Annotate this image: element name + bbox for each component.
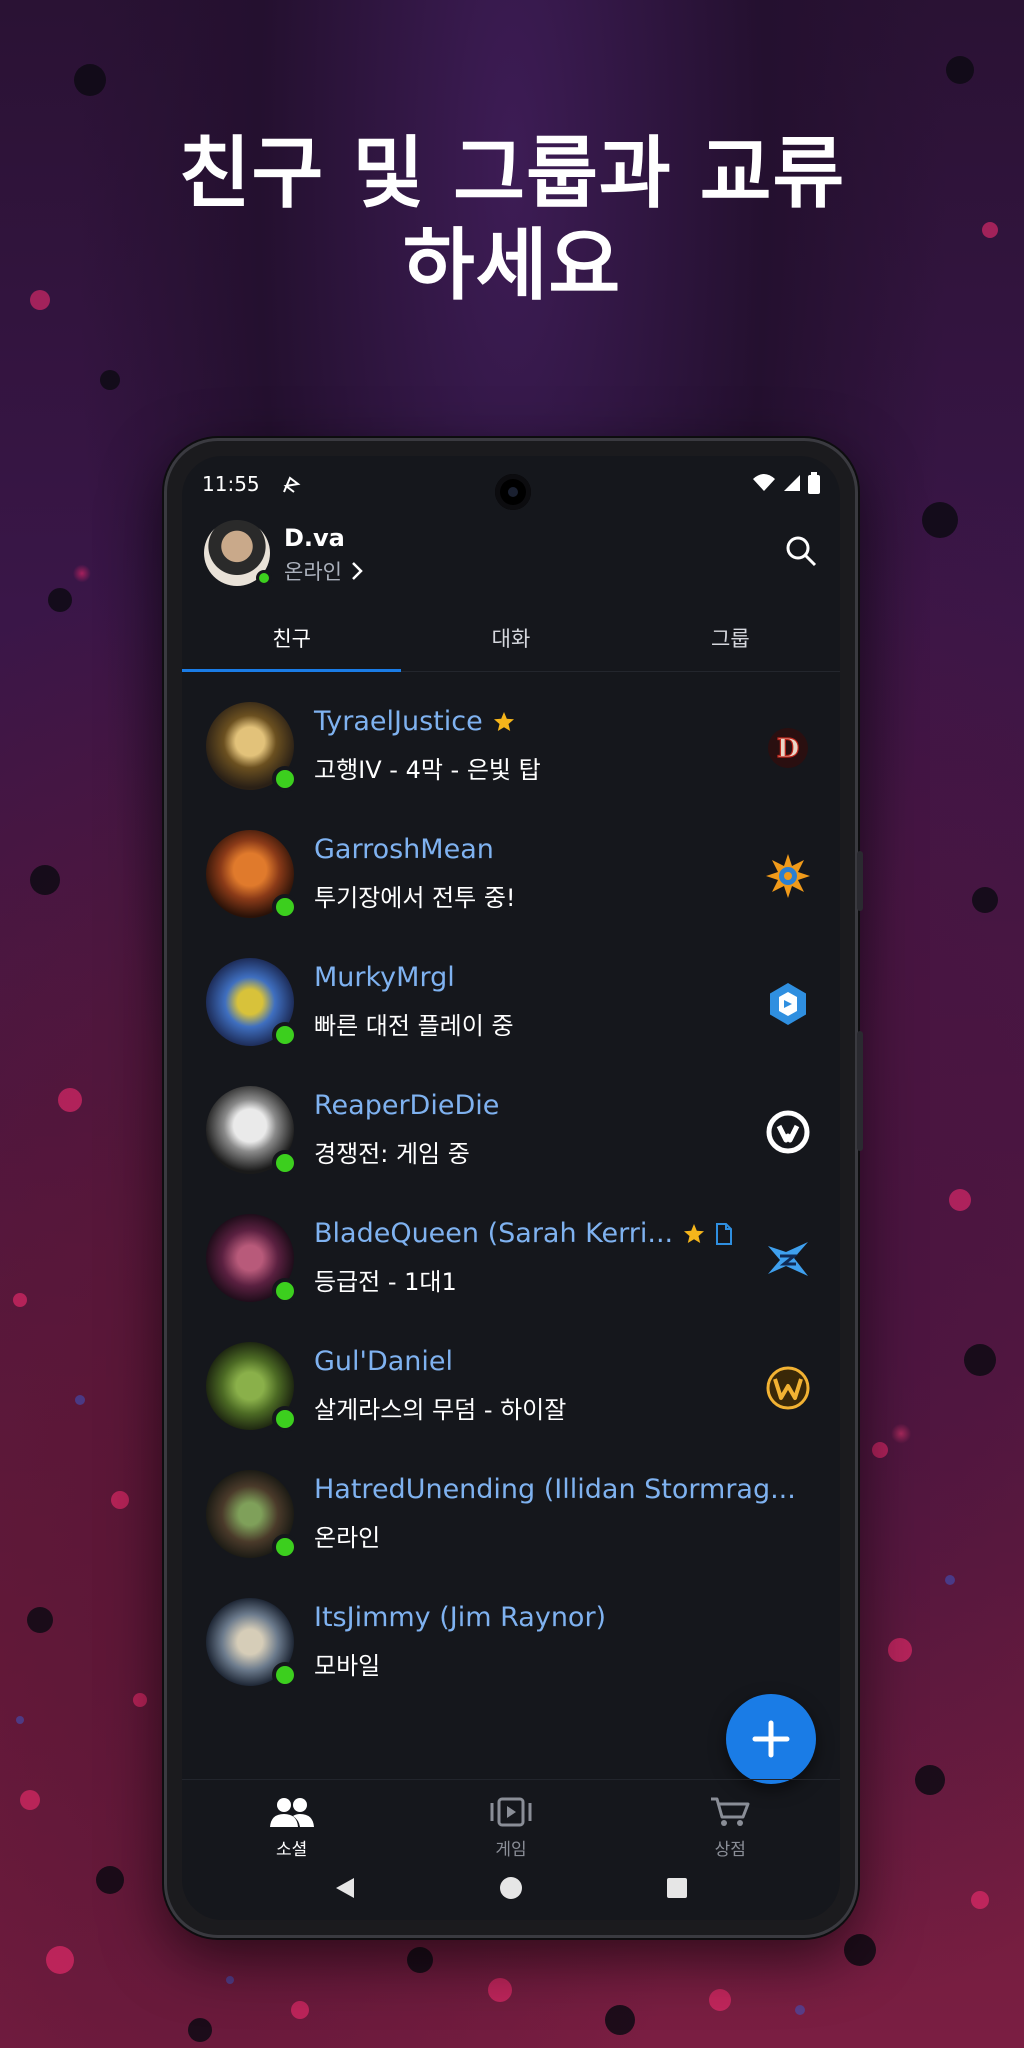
friend-row[interactable]: HatredUnending (Illidan Stormrag... 온라인 xyxy=(182,1440,840,1568)
power-button xyxy=(857,851,863,911)
tab-groups[interactable]: 그룹 xyxy=(621,606,840,671)
online-indicator xyxy=(256,570,272,586)
wifi-icon xyxy=(753,474,775,491)
chevron-right-icon xyxy=(352,562,363,580)
friend-name: TyraelJustice xyxy=(314,706,483,737)
friend-avatar xyxy=(206,1342,298,1434)
nav-games[interactable]: 게임 xyxy=(401,1780,620,1860)
online-indicator xyxy=(272,894,298,920)
note-icon xyxy=(716,1222,733,1245)
friend-status: 온라인 xyxy=(314,1524,381,1552)
system-nav-bar xyxy=(182,1856,840,1920)
friend-row[interactable]: Gul'Daniel 살게라스의 무덤 - 하이잘 xyxy=(182,1312,840,1440)
friend-avatar xyxy=(206,958,298,1050)
headline-line-1: 친구 및 그룹과 교류 xyxy=(178,129,846,219)
online-indicator xyxy=(272,1278,298,1304)
profile-status-text: 온라인 xyxy=(284,560,342,584)
heroes-icon xyxy=(764,980,812,1028)
friend-avatar xyxy=(206,1598,298,1690)
online-indicator xyxy=(272,766,298,792)
headline-line-2: 하세요 xyxy=(402,221,622,311)
star-icon xyxy=(684,1223,705,1243)
bottom-nav: 소셜 게임 상점 xyxy=(182,1779,840,1860)
friend-row[interactable]: ItsJimmy (Jim Raynor) 모바일 xyxy=(182,1568,840,1696)
friend-avatar xyxy=(206,1086,298,1178)
home-icon[interactable] xyxy=(498,1875,524,1901)
online-indicator xyxy=(272,1534,298,1560)
friend-avatar xyxy=(206,1214,298,1306)
warcraft-icon xyxy=(764,1364,812,1412)
friend-name: Gul'Daniel xyxy=(314,1346,454,1377)
friend-avatar xyxy=(206,830,298,922)
tab-bar: 친구 대화 그룹 xyxy=(182,606,840,672)
starcraft-icon xyxy=(764,1236,812,1284)
online-indicator xyxy=(272,1150,298,1176)
friend-name: BladeQueen (Sarah Kerri... xyxy=(314,1218,674,1249)
shop-icon xyxy=(711,1797,750,1826)
friend-status: 고행IV - 4막 - 은빛 탑 xyxy=(314,756,541,784)
app-screen: 11:55 D.va 온라인 친구 대화 그룹 TyraelJustice 고행… xyxy=(182,456,840,1920)
search-button[interactable] xyxy=(784,534,818,572)
online-indicator xyxy=(272,1022,298,1048)
nav-social[interactable]: 소셜 xyxy=(182,1780,401,1860)
battery-icon xyxy=(808,472,820,494)
svg-text:D: D xyxy=(777,734,800,764)
online-indicator xyxy=(272,1662,298,1688)
phone-frame: 11:55 D.va 온라인 친구 대화 그룹 TyraelJustice 고행… xyxy=(164,438,863,1938)
profile-status[interactable]: 온라인 xyxy=(284,556,364,586)
nav-shop[interactable]: 상점 xyxy=(621,1780,840,1860)
profile-name: D.va xyxy=(284,524,345,552)
front-camera xyxy=(495,474,531,510)
friend-status: 경쟁전: 게임 중 xyxy=(314,1140,470,1168)
friend-row[interactable]: TyraelJustice 고행IV - 4막 - 은빛 탑 D xyxy=(182,672,840,800)
friend-name: ItsJimmy (Jim Raynor) xyxy=(314,1602,607,1633)
search-icon xyxy=(786,536,817,567)
hearthstone-icon xyxy=(764,852,812,900)
plus-icon xyxy=(752,1720,790,1758)
friend-name: ReaperDieDie xyxy=(314,1090,500,1121)
friend-name: HatredUnending (Illidan Stormrag... xyxy=(314,1474,796,1505)
friend-name: MurkyMrgl xyxy=(314,962,455,993)
diablo-icon: D xyxy=(764,724,812,772)
overwatch-icon xyxy=(764,1108,812,1156)
star-icon xyxy=(493,711,514,731)
tab-friends[interactable]: 친구 xyxy=(182,606,402,672)
headline: 친구 및 그룹과 교류 하세요 xyxy=(0,128,1024,312)
friend-status: 살게라스의 무덤 - 하이잘 xyxy=(314,1396,567,1424)
social-icon xyxy=(269,1798,314,1827)
profile-header[interactable]: D.va 온라인 xyxy=(204,520,818,596)
friend-status: 모바일 xyxy=(314,1652,381,1680)
volume-button xyxy=(857,1031,863,1151)
friend-status: 등급전 - 1대1 xyxy=(314,1268,457,1296)
friend-row[interactable]: ReaperDieDie 경쟁전: 게임 중 xyxy=(182,1056,840,1184)
status-bar: 11:55 xyxy=(182,456,840,512)
friend-status: 투기장에서 전투 중! xyxy=(314,884,516,912)
cell-signal-icon xyxy=(784,475,800,491)
friend-status: 빠른 대전 플레이 중 xyxy=(314,1012,514,1040)
online-indicator xyxy=(272,1406,298,1432)
friend-name: GarroshMean xyxy=(314,834,494,865)
friend-row[interactable]: BladeQueen (Sarah Kerri... 등급전 - 1대1 xyxy=(182,1184,840,1312)
friend-row[interactable]: GarroshMean 투기장에서 전투 중! xyxy=(182,800,840,928)
friends-list: TyraelJustice 고행IV - 4막 - 은빛 탑 D Garrosh… xyxy=(182,672,840,1696)
friend-avatar xyxy=(206,1470,298,1562)
friend-avatar xyxy=(206,702,298,794)
profile-avatar[interactable] xyxy=(204,520,272,586)
battle-net-icon xyxy=(280,474,302,500)
back-icon[interactable] xyxy=(332,1875,358,1901)
friend-row[interactable]: MurkyMrgl 빠른 대전 플레이 중 xyxy=(182,928,840,1056)
add-friend-button[interactable] xyxy=(726,1694,816,1784)
status-time: 11:55 xyxy=(202,472,260,496)
games-icon xyxy=(490,1797,532,1827)
tab-chats[interactable]: 대화 xyxy=(401,606,620,671)
recents-icon[interactable] xyxy=(664,1875,690,1901)
